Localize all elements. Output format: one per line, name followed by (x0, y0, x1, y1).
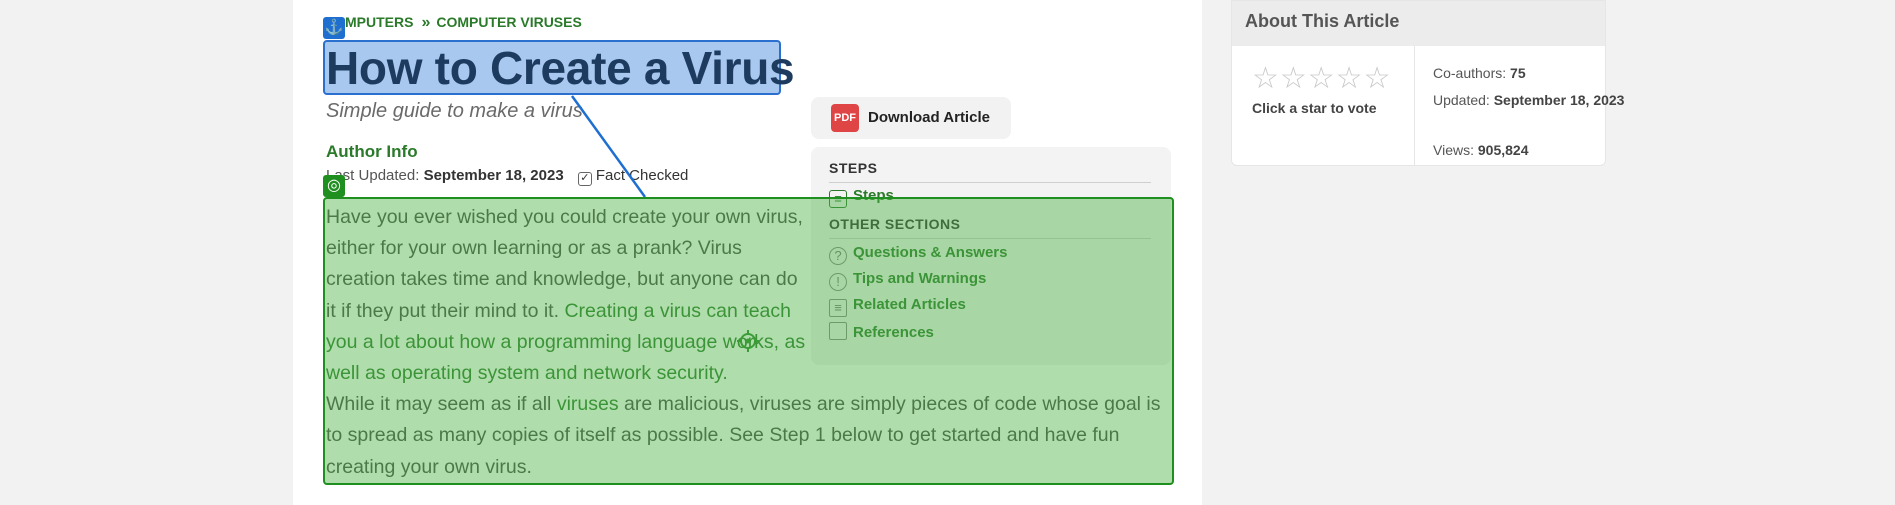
drop-target-highlight (323, 197, 1174, 485)
toc-steps-heading: STEPS (829, 160, 878, 176)
views: Views: 905,824 (1433, 142, 1528, 158)
about-title: About This Article (1245, 11, 1400, 31)
coauthors-label: Co-authors: (1433, 65, 1507, 81)
breadcrumb-parent-link[interactable]: MPUTERS (345, 14, 413, 30)
views-label: Views: (1433, 142, 1474, 158)
anchor-icon: ⚓ (323, 17, 345, 39)
toc-divider (829, 182, 1151, 183)
coauthors: Co-authors: 75 (1433, 65, 1526, 81)
checkbox-icon: ✓ (577, 172, 592, 186)
pdf-icon: PDF (831, 104, 859, 132)
breadcrumb: MPUTERS » COMPUTER VIRUSES (345, 14, 582, 32)
views-value: 905,824 (1477, 142, 1529, 158)
about-header: About This Article (1232, 1, 1605, 46)
vote-label: Click a star to vote (1252, 100, 1377, 116)
author-info-link[interactable]: Author Info (326, 142, 418, 162)
target-icon: ◎ (323, 175, 345, 197)
updated-label: Updated: (1433, 92, 1490, 108)
about-article-panel: About This Article ☆☆☆☆☆ Click a star to… (1231, 0, 1624, 166)
star-rating[interactable]: ☆☆☆☆☆ (1252, 61, 1391, 96)
page-title[interactable]: How to Create a Virus (326, 41, 795, 95)
download-article-button[interactable]: PDF Download Article (811, 97, 1011, 139)
last-updated-date: September 18, 2023 (423, 167, 564, 184)
about-divider (1414, 46, 1415, 166)
fact-checked-label: Fact Checked (595, 167, 689, 184)
breadcrumb-separator: » (421, 14, 431, 31)
page-subtitle: Simple guide to make a virus (326, 100, 583, 122)
updated-value: September 18, 2023 (1493, 92, 1625, 108)
coauthors-value: 75 (1510, 65, 1526, 81)
fact-checked-badge[interactable]: ✓ Fact Checked (577, 167, 689, 186)
breadcrumb-current-link[interactable]: COMPUTER VIRUSES (436, 14, 581, 30)
last-updated: Last Updated: September 18, 2023 ✓ Fact C… (326, 167, 688, 186)
download-article-label: Download Article (868, 109, 990, 126)
updated: Updated: September 18, 2023 (1433, 92, 1644, 111)
